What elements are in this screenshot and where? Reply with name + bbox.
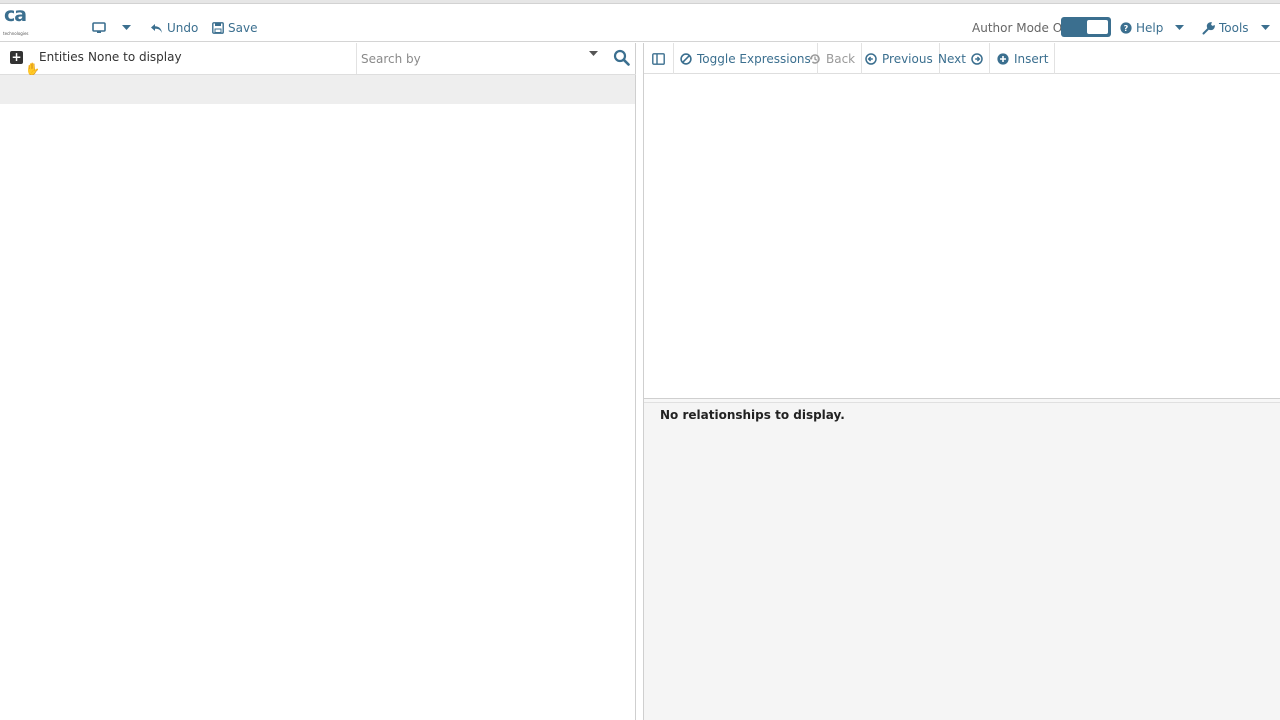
entities-label: Entities bbox=[39, 50, 84, 64]
monitor-icon bbox=[92, 22, 106, 34]
display-dropdown-caret[interactable] bbox=[122, 19, 131, 37]
graph-canvas[interactable] bbox=[644, 74, 1280, 398]
toggle-expressions-label: Toggle Expressions bbox=[697, 51, 811, 66]
entities-toolbar: + ✋ Entities None to display Search by bbox=[0, 43, 636, 76]
author-mode-label: Author Mode On bbox=[972, 19, 1070, 37]
next-label: Next bbox=[938, 51, 966, 66]
tools-label: Tools bbox=[1219, 21, 1249, 35]
graph-panel: Toggle Expressions Back Previous Next In… bbox=[643, 43, 1280, 720]
toggle-expressions-button[interactable]: Toggle Expressions bbox=[674, 43, 818, 74]
back-label: Back bbox=[826, 51, 856, 66]
toggle-sidebar-button[interactable] bbox=[644, 43, 674, 74]
svg-text:?: ? bbox=[1124, 24, 1129, 33]
help-button[interactable]: ? Help bbox=[1120, 19, 1163, 37]
save-icon bbox=[212, 22, 224, 34]
history-icon bbox=[809, 53, 821, 65]
undo-icon bbox=[150, 23, 163, 34]
insert-button[interactable]: Insert bbox=[991, 43, 1056, 74]
chevron-down-icon bbox=[122, 25, 131, 31]
entities-panel: + ✋ Entities None to display Search by bbox=[0, 43, 636, 720]
arrow-circle-left-icon bbox=[865, 52, 877, 65]
ca-logo[interactable]: ca technologies bbox=[3, 4, 37, 40]
question-circle-icon: ? bbox=[1120, 22, 1132, 34]
insert-label: Insert bbox=[1014, 51, 1049, 66]
save-button[interactable]: Save bbox=[212, 19, 257, 37]
columns-icon bbox=[652, 52, 665, 65]
app-header: ca technologies Undo Save Author Mode On… bbox=[0, 4, 1280, 42]
tools-button[interactable]: Tools bbox=[1202, 19, 1249, 37]
help-dropdown-caret[interactable] bbox=[1175, 19, 1184, 37]
chevron-down-icon bbox=[1261, 25, 1270, 31]
chevron-down-icon bbox=[1175, 25, 1184, 31]
author-mode-toggle[interactable] bbox=[1061, 17, 1111, 37]
tools-dropdown-caret[interactable] bbox=[1261, 19, 1270, 37]
plus-square-icon: + bbox=[11, 50, 22, 64]
relationships-panel: No relationships to display. bbox=[644, 403, 1280, 720]
help-label: Help bbox=[1136, 21, 1164, 35]
ban-icon bbox=[680, 52, 692, 65]
previous-button[interactable]: Previous bbox=[859, 43, 940, 74]
undo-button[interactable]: Undo bbox=[150, 19, 198, 37]
entities-status: None to display bbox=[88, 50, 182, 64]
author-mode-text: Author Mode On bbox=[972, 21, 1070, 35]
add-entity-button[interactable]: + bbox=[10, 51, 23, 64]
toggle-knob bbox=[1087, 20, 1108, 34]
chevron-down-icon bbox=[589, 51, 598, 57]
search-button[interactable] bbox=[606, 43, 636, 74]
arrow-circle-right-icon bbox=[971, 52, 983, 65]
search-icon bbox=[613, 49, 630, 66]
logo-subtext: technologies bbox=[3, 31, 29, 36]
search-by-placeholder: Search by bbox=[361, 52, 421, 66]
next-button[interactable]: Next bbox=[932, 43, 990, 74]
entities-list-header bbox=[0, 75, 635, 104]
save-label: Save bbox=[228, 21, 258, 35]
relationships-empty-message: No relationships to display. bbox=[660, 408, 845, 422]
wrench-icon bbox=[1202, 21, 1215, 35]
search-by-select[interactable]: Search by bbox=[356, 43, 606, 74]
graph-toolbar: Toggle Expressions Back Previous Next In… bbox=[644, 43, 1280, 74]
back-button[interactable]: Back bbox=[803, 43, 863, 74]
previous-label: Previous bbox=[882, 51, 933, 66]
logo-text: ca bbox=[4, 4, 27, 26]
plus-circle-icon bbox=[997, 52, 1009, 65]
mouse-cursor-icon: ✋ bbox=[25, 62, 40, 76]
display-menu-button[interactable] bbox=[92, 19, 106, 37]
undo-label: Undo bbox=[167, 21, 199, 35]
